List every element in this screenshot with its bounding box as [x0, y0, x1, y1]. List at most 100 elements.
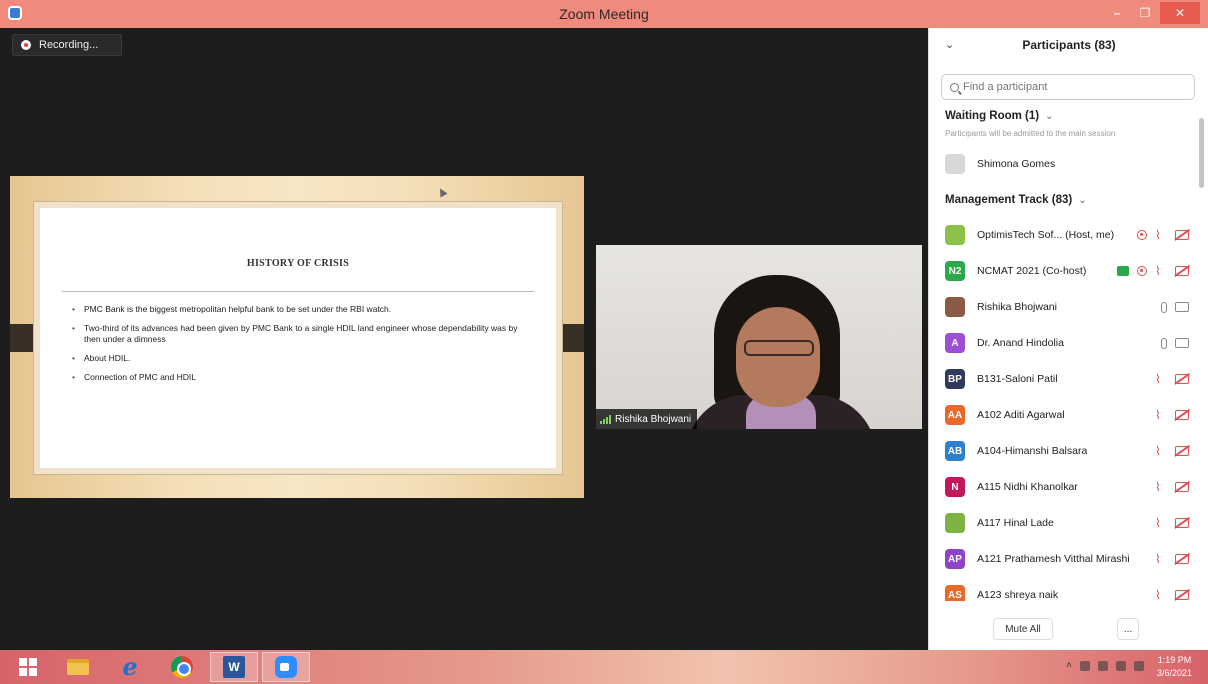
avatar-initials: AP [948, 553, 962, 565]
participant-name: A115 Nidhi Khanolkar [977, 481, 1078, 493]
maximize-button[interactable]: ❐ [1132, 2, 1158, 24]
participants-scrollbar[interactable] [1199, 118, 1204, 188]
taskbar-internet-explorer[interactable]: e [106, 652, 154, 682]
waiting-room-subtitle: Participants will be admitted to the mai… [945, 129, 1116, 138]
zoom-icon [275, 656, 297, 678]
slide-bullet: About HDIL. [70, 353, 520, 364]
flag-icon[interactable] [1080, 660, 1090, 671]
avatar: AP [945, 549, 965, 569]
video-tile[interactable]: Rishika Bhojwani [596, 245, 922, 429]
participant-name: A104-Himanshi Balsara [977, 445, 1088, 457]
avatar: A [945, 333, 965, 353]
tray-chevron-icon[interactable]: ˄ [1066, 660, 1072, 671]
participant-search[interactable] [941, 74, 1195, 100]
minimize-button[interactable]: – [1104, 2, 1130, 24]
participant-name: Shimona Gomes [977, 158, 1056, 170]
recording-icon [1137, 266, 1147, 276]
taskbar-chrome[interactable] [158, 652, 206, 682]
network-icon[interactable] [1098, 660, 1108, 671]
participant-name: A117 Hinal Lade [977, 517, 1054, 529]
screen-share-icon [1117, 266, 1129, 276]
camera-off-icon[interactable] [1175, 374, 1189, 384]
participant-row[interactable]: BP B131-Saloni Patil ⌇ [929, 361, 1201, 397]
camera-off-icon[interactable] [1175, 410, 1189, 420]
signal-icon[interactable] [1116, 660, 1126, 671]
chevron-down-icon[interactable]: ⌄ [945, 38, 954, 51]
camera-off-icon[interactable] [1175, 590, 1189, 600]
participant-row[interactable]: AA A102 Aditi Agarwal ⌇ [929, 397, 1201, 433]
camera-icon[interactable] [1175, 338, 1189, 348]
management-track-title: Management Track (83) [945, 194, 1073, 206]
mic-icon[interactable] [1161, 301, 1167, 313]
slide-bullet: Connection of PMC and HDIL [70, 372, 520, 383]
participant-row[interactable]: A Dr. Anand Hindolia [929, 325, 1201, 361]
avatar-initials: AS [948, 589, 962, 601]
camera-off-icon[interactable] [1175, 446, 1189, 456]
avatar [945, 154, 965, 174]
taskbar-file-explorer[interactable] [54, 652, 102, 682]
camera-off-icon[interactable] [1175, 230, 1189, 240]
participant-row[interactable]: Rishika Bhojwani [929, 289, 1201, 325]
participant-row[interactable]: A117 Hinal Lade ⌇ [929, 505, 1201, 541]
participant-name: OptimisTech Sof... (Host, me) [977, 229, 1115, 241]
waiting-participant-row[interactable]: Shimona Gomes [929, 146, 1201, 182]
close-button[interactable]: ✕ [1160, 2, 1200, 24]
taskbar-zoom[interactable] [262, 652, 310, 682]
shared-slide: HISTORY OF CRISIS PMC Bank is the bigges… [10, 176, 584, 498]
participant-row[interactable]: N A115 Nidhi Khanolkar ⌇ [929, 469, 1201, 505]
mic-muted-icon[interactable]: ⌇ [1155, 481, 1167, 493]
volume-icon[interactable] [1134, 660, 1144, 671]
slide-tab-left [10, 324, 36, 352]
waiting-room-title: Waiting Room (1) [945, 110, 1040, 122]
record-icon [21, 40, 31, 50]
video-name-label: Rishika Bhojwani [596, 409, 698, 429]
camera-off-icon[interactable] [1175, 518, 1189, 528]
participant-name: A121 Prathamesh Vitthal Mirashi [977, 553, 1130, 565]
slide-bullet: Two-third of its advances had been given… [70, 323, 520, 345]
taskbar-clock[interactable]: 1:19 PM 3/6/2021 [1157, 654, 1192, 680]
participant-status: ⌇ [1155, 553, 1189, 565]
avatar-initials: N2 [948, 265, 962, 277]
participant-name: Rishika Bhojwani [977, 301, 1057, 313]
participant-row[interactable]: AB A104-Himanshi Balsara ⌇ [929, 433, 1201, 469]
waiting-room-header[interactable]: Waiting Room (1) ⌄ [945, 110, 1054, 122]
mic-muted-icon[interactable]: ⌇ [1155, 229, 1167, 241]
window-controls: – ❐ ✕ [1104, 2, 1200, 24]
chrome-icon [171, 656, 193, 678]
mic-muted-icon[interactable]: ⌇ [1155, 409, 1167, 421]
slide-bullet-list: PMC Bank is the biggest metropolitan hel… [70, 304, 520, 391]
taskbar-word[interactable]: W [210, 652, 258, 682]
participant-row[interactable]: N2 NCMAT 2021 (Co-host) ⌇ [929, 253, 1201, 289]
window-title: Zoom Meeting [559, 6, 649, 22]
avatar: AA [945, 405, 965, 425]
avatar [945, 297, 965, 317]
camera-off-icon[interactable] [1175, 266, 1189, 276]
camera-off-icon[interactable] [1175, 554, 1189, 564]
avatar: AS [945, 585, 965, 601]
participant-row[interactable]: OptimisTech Sof... (Host, me) ⌇ [929, 217, 1201, 253]
word-icon: W [223, 656, 245, 678]
participant-search-input[interactable] [963, 81, 1183, 93]
participant-row[interactable]: AS A123 shreya naik ⌇ [929, 577, 1201, 601]
participant-status [1161, 301, 1189, 313]
more-options-button[interactable]: ... [1117, 618, 1139, 640]
mic-muted-icon[interactable]: ⌇ [1155, 553, 1167, 565]
mic-muted-icon[interactable]: ⌇ [1155, 265, 1167, 277]
recording-indicator[interactable]: Recording... [12, 34, 122, 56]
mic-icon[interactable] [1161, 337, 1167, 349]
mute-all-button[interactable]: Mute All [993, 618, 1053, 640]
mic-muted-icon[interactable]: ⌇ [1155, 445, 1167, 457]
participant-row[interactable]: AP A121 Prathamesh Vitthal Mirashi ⌇ [929, 541, 1201, 577]
management-track-header[interactable]: Management Track (83) ⌄ [945, 194, 1087, 206]
camera-icon[interactable] [1175, 302, 1189, 312]
avatar-initials: BP [948, 373, 962, 385]
mic-muted-icon[interactable]: ⌇ [1155, 373, 1167, 385]
mic-muted-icon[interactable]: ⌇ [1155, 517, 1167, 529]
camera-off-icon[interactable] [1175, 482, 1189, 492]
participants-title: Participants (83) [1022, 38, 1116, 52]
participant-status: ⌇ [1155, 445, 1189, 457]
avatar-initials: AA [947, 409, 963, 421]
start-button[interactable] [4, 652, 52, 682]
slide-bullet: PMC Bank is the biggest metropolitan hel… [70, 304, 520, 315]
mic-muted-icon[interactable]: ⌇ [1155, 589, 1167, 601]
